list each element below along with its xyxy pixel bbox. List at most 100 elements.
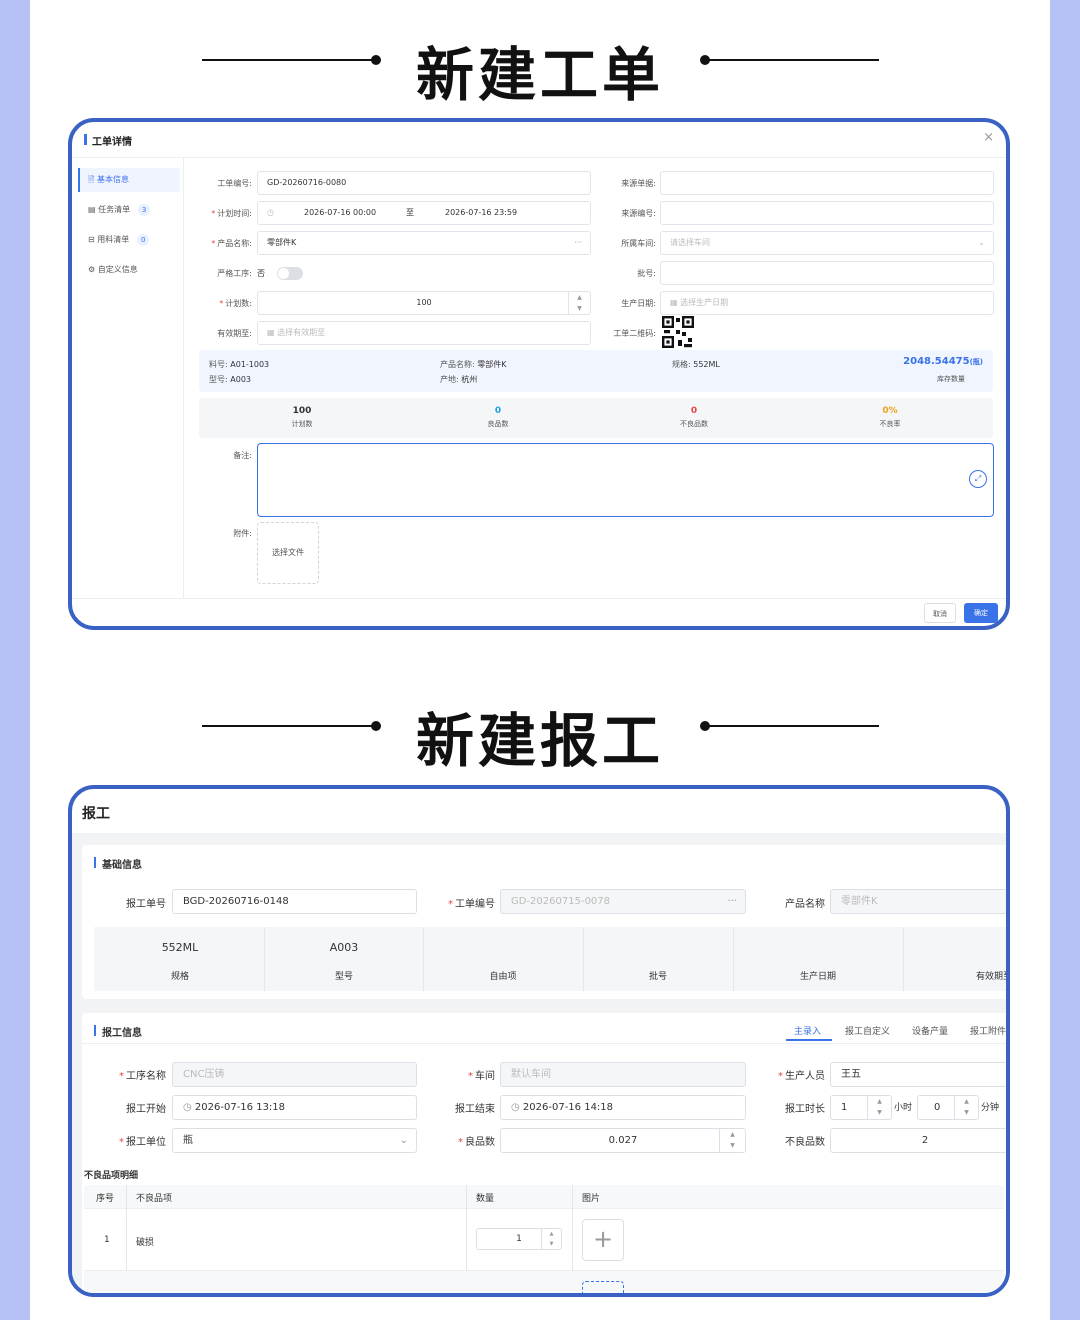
workshop-input[interactable]: 默认车间: [500, 1062, 746, 1087]
document-icon: 🗎: [88, 175, 97, 184]
window-title: 工单详情: [92, 137, 132, 148]
gear-icon: ⚙: [88, 265, 98, 274]
strict-toggle[interactable]: [277, 267, 303, 280]
report-no-input[interactable]: BGD-20260716-0148: [172, 889, 417, 914]
select-file-button[interactable]: 选择文件: [257, 522, 319, 584]
good-stepper[interactable]: 0.027 ▲ ▼: [500, 1128, 746, 1153]
report-info-card: 报工信息 主录入 报工自定义 设备产量 报工附件 工序名称 CNC压铸 车间 默…: [82, 1013, 1006, 1293]
section-title: 报工信息: [102, 1028, 142, 1039]
expire-label: 有效期至:: [217, 329, 252, 338]
clock-icon: ◷: [511, 1102, 523, 1113]
sidebar-item-custom[interactable]: ⚙ 自定义信息: [80, 258, 180, 282]
tab-equipment[interactable]: 设备产量: [912, 1024, 948, 1037]
strict-label: 严格工序:: [217, 269, 252, 278]
source-no-input[interactable]: [660, 201, 994, 225]
sidebar-item-materials[interactable]: ⊟ 用料清单 0: [80, 228, 180, 252]
tab-attachments[interactable]: 报工附件: [970, 1024, 1006, 1037]
stepper-arrows-icon[interactable]: ▲ ▼: [541, 1229, 561, 1249]
plan-time-range[interactable]: ◷ 2026-07-16 00:00 至 2026-07-16 23:59: [257, 201, 591, 225]
plan-qty-stepper[interactable]: 100 ▲ ▼: [257, 291, 591, 315]
stats-bar: 100 计划数 0 良品数 0 不良品数 0% 不良率: [199, 398, 993, 438]
stepper-arrows-icon[interactable]: ▲ ▼: [568, 292, 590, 314]
source-doc-label: 来源单据:: [621, 179, 656, 188]
product-info-card: 料号: A01-1003 型号: A003 产品名称: 零部件K 产地: 杭州 …: [199, 350, 993, 392]
calendar-icon: ▦: [267, 328, 278, 337]
bad-label: 不良品数: [785, 1137, 825, 1148]
plan-qty-label: 计划数:: [190, 298, 252, 309]
ok-button[interactable]: 确定: [964, 603, 998, 623]
order-no-label: 工单编号: [437, 895, 495, 910]
order-no-input[interactable]: GD-20260716-0080: [257, 171, 591, 195]
product-label: 产品名称: [785, 899, 825, 910]
order-no-input[interactable]: GD-20260715-0078 ···: [500, 889, 746, 914]
heading-text: 新建报工: [415, 707, 664, 775]
end-input[interactable]: ◷ 2026-07-16 14:18: [500, 1095, 746, 1120]
stepper-arrows-icon[interactable]: ▲ ▼: [867, 1096, 891, 1119]
minutes-stepper[interactable]: 0 ▲ ▼: [917, 1095, 979, 1120]
batch-label: 批号:: [637, 269, 656, 278]
section-title: 基础信息: [102, 860, 142, 871]
expire-input[interactable]: ▦ 选择有效期至: [257, 321, 591, 345]
product-input[interactable]: 零部件K ···: [257, 231, 591, 255]
sidebar-item-tasks[interactable]: ▤ 任务清单 3: [80, 198, 180, 222]
remark-label: 备注:: [233, 451, 252, 460]
process-input[interactable]: CNC压铸: [172, 1062, 417, 1087]
sidebar: 🗎 基本信息 ▤ 任务清单 3 ⊟ 用料清单 0 ⚙ 自定义信息: [72, 158, 184, 598]
order-no-label: 工单编号:: [217, 179, 252, 188]
basic-info-card: 基础信息 报工单号 BGD-20260716-0148 工单编号 GD-2026…: [82, 845, 1006, 999]
good-label: 良品数: [437, 1133, 495, 1148]
source-doc-input[interactable]: [660, 171, 994, 195]
duration-label: 报工时长: [785, 1104, 825, 1115]
window-title: 报工: [82, 806, 110, 822]
sidebar-item-basic[interactable]: 🗎 基本信息: [80, 168, 180, 192]
remark-textarea[interactable]: ⤢: [257, 443, 994, 517]
product-input[interactable]: 零部件K: [830, 889, 1006, 914]
close-icon[interactable]: ×: [983, 130, 994, 145]
prod-date-input[interactable]: ▦ 选择生产日期: [660, 291, 994, 315]
workshop-label: 所属车间:: [621, 239, 656, 248]
batch-input[interactable]: [660, 261, 994, 285]
producer-label: 生产人员: [767, 1067, 825, 1082]
plan-time-label: 计划时间:: [190, 208, 252, 219]
scrollbar[interactable]: [1006, 162, 1010, 582]
report-window: 报工 基础信息 报工单号 BGD-20260716-0148 工单编号 GD-2…: [68, 785, 1010, 1297]
defect-table-header: 序号 不良品项 数量 图片: [84, 1185, 1004, 1209]
chevron-down-icon: ⌄: [978, 238, 985, 247]
workshop-select[interactable]: 请选择车间 ⌄: [660, 231, 994, 255]
attr-table: 552ML 规格 A003 型号 自由项 批号 生产日期 有效期至: [94, 927, 1006, 991]
start-label: 报工开始: [126, 1104, 166, 1115]
process-label: 工序名称: [112, 1067, 166, 1082]
clock-icon: ◷: [183, 1102, 195, 1113]
stepper-arrows-icon[interactable]: ▲ ▼: [954, 1096, 978, 1119]
upload-slot[interactable]: [582, 1281, 624, 1293]
tab-main[interactable]: 主录入: [794, 1024, 821, 1037]
work-order-window: 工单详情 × 🗎 基本信息 ▤ 任务清单 3 ⊟ 用料清单 0 ⚙ 自定义信息 工单…: [68, 118, 1010, 630]
add-image-button[interactable]: +: [582, 1219, 624, 1261]
stepper-arrows-icon[interactable]: ▲ ▼: [719, 1129, 745, 1152]
report-no-label: 报工单号: [126, 899, 166, 910]
expand-icon[interactable]: ⤢: [969, 470, 987, 488]
stock-value: 2048.54475(瓶): [903, 356, 983, 367]
bad-input[interactable]: 2: [830, 1128, 1006, 1153]
qr-label: 工单二维码:: [613, 329, 656, 338]
hours-stepper[interactable]: 1 ▲ ▼: [830, 1095, 892, 1120]
start-input[interactable]: ◷ 2026-07-16 13:18: [172, 1095, 417, 1120]
producer-input[interactable]: 王五: [830, 1062, 1006, 1087]
more-icon: ···: [574, 238, 582, 247]
unit-label: 报工单位: [112, 1133, 166, 1148]
workshop-label: 车间: [437, 1067, 495, 1082]
window-header: 工单详情 ×: [72, 122, 1006, 158]
qr-code-icon: [662, 316, 694, 348]
end-label: 报工结束: [455, 1104, 495, 1115]
heading-text: 新建工单: [415, 41, 664, 109]
clock-icon: ◷: [267, 208, 274, 217]
source-no-label: 来源编号:: [621, 209, 656, 218]
unit-select[interactable]: 瓶 ⌄: [172, 1128, 417, 1153]
prod-date-label: 生产日期:: [621, 299, 656, 308]
cancel-button[interactable]: 取消: [924, 603, 956, 623]
box-icon: ⊟: [88, 235, 98, 244]
qty-stepper[interactable]: 1 ▲ ▼: [476, 1228, 562, 1250]
tab-custom[interactable]: 报工自定义: [845, 1024, 890, 1037]
more-icon: ···: [727, 896, 737, 907]
attach-label: 附件:: [233, 529, 252, 538]
